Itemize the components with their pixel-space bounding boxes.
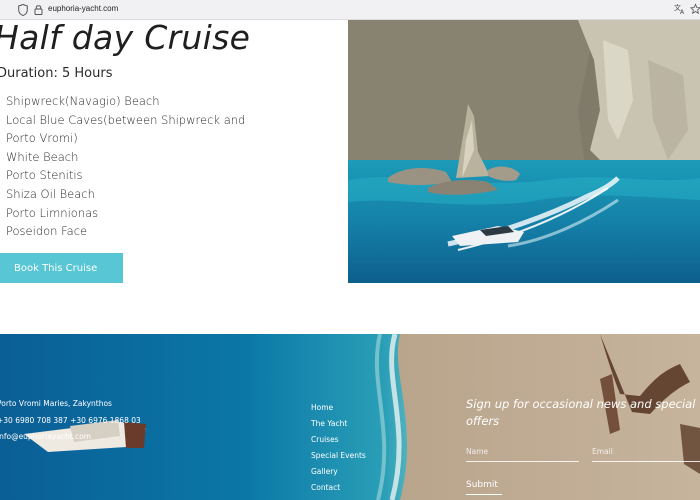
list-item: Shiza Oil Beach — [6, 186, 95, 201]
page-title: Half day Cruise — [0, 18, 251, 57]
browser-address-bar: euphoria-yacht.com 文 A — [0, 0, 700, 20]
bookmark-star-icon[interactable] — [690, 3, 700, 15]
cliff-seascape-image — [348, 20, 700, 283]
book-cruise-button[interactable]: Book This Cruise — [0, 253, 123, 283]
hero-image — [348, 20, 700, 283]
signup-heading: Sign up for occasional news and special … — [466, 397, 696, 428]
footer-nav-special-events[interactable]: Special Events — [311, 448, 366, 464]
footer-email[interactable]: info@euphoriayacht.com — [0, 432, 91, 441]
list-item: Porto Limnionas — [6, 205, 99, 220]
footer-phones[interactable]: +30 6980 708 387 +30 6976 1868 03 — [0, 416, 141, 425]
footer-nav-contact[interactable]: Contact — [311, 480, 366, 496]
footer-nav-home[interactable]: Home — [311, 400, 366, 416]
list-item: Shipwreck(Navagio) Beach — [6, 94, 160, 108]
submit-button[interactable]: Submit — [466, 475, 502, 495]
translate-icon[interactable]: 文 A — [674, 3, 686, 15]
footer-nav-gallery[interactable]: Gallery — [311, 464, 366, 480]
footer-address: Porto Vromi Maries, Zakynthos — [0, 399, 112, 408]
svg-text:A: A — [680, 9, 685, 15]
lock-icon[interactable] — [34, 4, 43, 15]
footer-nav-the-yacht[interactable]: The Yacht — [311, 416, 366, 432]
list-item: Poseidon Face — [6, 224, 88, 239]
footer: Porto Vromi Maries, Zakynthos +30 6980 7… — [0, 334, 700, 500]
footer-nav: Home The Yacht Cruises Special Events Ga… — [311, 400, 366, 496]
name-field[interactable] — [466, 442, 579, 462]
list-item: Local Blue Caves(between Shipwreck and P… — [6, 112, 246, 146]
footer-nav-cruises[interactable]: Cruises — [311, 432, 366, 448]
email-field[interactable] — [592, 442, 700, 462]
duration-text: Duration: 5 Hours — [0, 66, 113, 81]
list-item: White Beach — [6, 149, 79, 164]
list-item: Porto Stenitis — [6, 168, 83, 183]
cruise-stops-list: Shipwreck(Navagio) Beach Local Blue Cave… — [6, 92, 261, 241]
shield-icon[interactable] — [18, 4, 28, 16]
url-text[interactable]: euphoria-yacht.com — [48, 4, 118, 13]
